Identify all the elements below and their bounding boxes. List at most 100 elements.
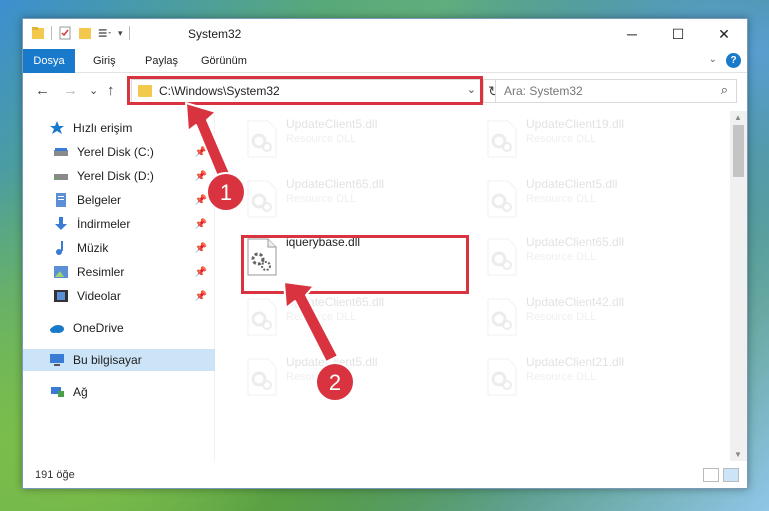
tab-home[interactable]: Giriş (93, 49, 116, 73)
pin-icon[interactable]: 📌 (195, 147, 207, 158)
star-icon (50, 121, 64, 134)
sidebar-item-label: Hızlı erişim (73, 121, 133, 135)
chevron-down-icon[interactable]: ⌄ (709, 54, 717, 65)
file-item[interactable]: UpdateClient21.dll Resource DLL (478, 349, 703, 405)
dll-file-icon (487, 298, 517, 336)
dll-file-icon (247, 358, 277, 396)
sidebar-item-this-pc[interactable]: Bu bilgisayar (23, 349, 215, 371)
maximize-button[interactable]: ☐ (655, 19, 701, 49)
dll-file-icon (247, 180, 277, 218)
dll-file-icon (247, 298, 277, 336)
dll-file-icon (487, 238, 517, 276)
up-icon[interactable]: ↑ (107, 82, 115, 99)
status-bar: 191 öğe (23, 462, 747, 488)
pin-icon[interactable]: 📌 (195, 171, 207, 182)
file-name: UpdateClient65.dll (286, 177, 385, 191)
tab-share[interactable]: Paylaş (145, 49, 178, 73)
sidebar-item-label: Resimler (77, 265, 125, 279)
sidebar-item-documents[interactable]: Belgeler 📌 (23, 189, 215, 211)
documents-icon (56, 193, 66, 207)
sidebar-item-quick-access[interactable]: Hızlı erişim (23, 117, 215, 139)
sidebar-item-label: Bu bilgisayar (73, 353, 142, 367)
scrollbar-thumb[interactable] (733, 125, 744, 177)
download-icon (55, 217, 67, 230)
recent-locations-icon[interactable]: ⌄ (89, 84, 98, 97)
folder-icon[interactable] (31, 25, 45, 41)
file-type: Resource DLL (286, 311, 357, 323)
sidebar-item-local-disk-d[interactable]: Yerel Disk (D:) 📌 (23, 165, 215, 187)
file-item[interactable]: UpdateClient19.dll Resource DLL (478, 111, 703, 167)
item-count: 191 öğe (35, 469, 75, 481)
sidebar-item-label: Yerel Disk (C:) (77, 145, 154, 159)
minimize-button[interactable]: ─ (609, 19, 655, 49)
explorer-window: ▾ System32 ─ ☐ ✕ Dosya Giriş Paylaş Görü… (22, 18, 748, 489)
file-item[interactable]: UpdateClient5.dll Resource DLL (238, 111, 463, 167)
search-input[interactable]: Ara: System32 ⌕ (495, 79, 737, 103)
sidebar-item-pictures[interactable]: Resimler 📌 (23, 261, 215, 283)
file-item[interactable]: UpdateClient65.dll Resource DLL (238, 289, 463, 345)
music-icon (56, 241, 63, 255)
customize-toolbar-icon[interactable] (98, 25, 112, 41)
sidebar-item-downloads[interactable]: İndirmeler 📌 (23, 213, 215, 235)
sidebar-item-label: Videolar (77, 289, 121, 303)
sidebar-item-label: OneDrive (73, 321, 124, 335)
sidebar-item-onedrive[interactable]: OneDrive (23, 317, 215, 339)
scroll-down-icon[interactable]: ▼ (734, 450, 742, 459)
help-icon[interactable]: ? (726, 53, 741, 68)
sidebar-item-videos[interactable]: Videolar 📌 (23, 285, 215, 307)
forward-icon[interactable]: → (63, 82, 78, 99)
tab-view[interactable]: Görünüm (201, 49, 247, 73)
file-type: Resource DLL (286, 371, 357, 383)
vertical-scrollbar[interactable]: ▲ ▼ (730, 111, 747, 461)
pin-icon[interactable]: 📌 (195, 267, 207, 278)
drive-icon (54, 174, 68, 180)
file-name: UpdateClient5.dll (526, 177, 618, 191)
file-item[interactable]: UpdateClient65.dll Resource DLL (478, 229, 703, 285)
sidebar-item-network[interactable]: Ağ (23, 381, 215, 403)
file-type: Resource DLL (526, 371, 597, 383)
dll-file-icon (487, 180, 517, 218)
pin-icon[interactable]: 📌 (195, 243, 207, 254)
large-icons-view-icon[interactable] (723, 468, 739, 482)
sidebar-item-label: Ağ (73, 385, 88, 399)
navigation-bar: ← → ⌄ ↑ C:\Windows\System32 ⌄ ↻ Ara: Sys… (23, 74, 747, 108)
file-item[interactable]: UpdateClient42.dll Resource DLL (478, 289, 703, 345)
sidebar-item-label: İndirmeler (77, 217, 131, 231)
quick-access-toolbar: ▾ (31, 25, 130, 41)
qat-dropdown-icon[interactable]: ▾ (118, 28, 123, 39)
sidebar-item-label: Yerel Disk (D:) (77, 169, 154, 183)
sidebar-item-music[interactable]: Müzik 📌 (23, 237, 215, 259)
close-button[interactable]: ✕ (701, 19, 747, 49)
tab-file[interactable]: Dosya (23, 49, 75, 73)
address-highlight-box (127, 76, 483, 105)
pin-icon[interactable]: 📌 (195, 291, 207, 302)
file-type: Resource DLL (526, 193, 597, 205)
drive-icon (54, 148, 68, 156)
file-item[interactable]: UpdateClient5.dll Resource DLL (478, 171, 703, 227)
file-item[interactable]: UpdateClient65.dll Resource DLL (238, 171, 463, 227)
dll-file-icon (487, 120, 517, 158)
new-folder-icon[interactable] (78, 25, 92, 41)
pin-icon[interactable]: 📌 (195, 195, 207, 206)
file-highlight-box (241, 235, 469, 294)
back-icon[interactable]: ← (35, 82, 50, 99)
sidebar-item-label: Belgeler (77, 193, 122, 207)
details-view-icon[interactable] (703, 468, 719, 482)
file-type: Resource DLL (286, 133, 357, 145)
computer-icon (50, 354, 64, 366)
search-icon[interactable]: ⌕ (721, 82, 728, 98)
sidebar-item-label: Müzik (77, 241, 109, 255)
scroll-up-icon[interactable]: ▲ (734, 113, 742, 122)
videos-icon (54, 290, 68, 302)
file-type: Resource DLL (286, 193, 357, 205)
file-item[interactable]: UpdateClient5.dll Resource DLL (238, 349, 463, 405)
file-name: UpdateClient19.dll (526, 117, 625, 131)
pictures-icon (54, 266, 68, 278)
window-title: System32 (188, 27, 242, 41)
view-switcher (703, 468, 739, 482)
properties-icon[interactable] (58, 25, 72, 41)
toolbar-separator (51, 26, 52, 40)
file-type: Resource DLL (526, 311, 597, 323)
sidebar-item-local-disk-c[interactable]: Yerel Disk (C:) 📌 (23, 141, 215, 163)
pin-icon[interactable]: 📌 (195, 219, 207, 230)
